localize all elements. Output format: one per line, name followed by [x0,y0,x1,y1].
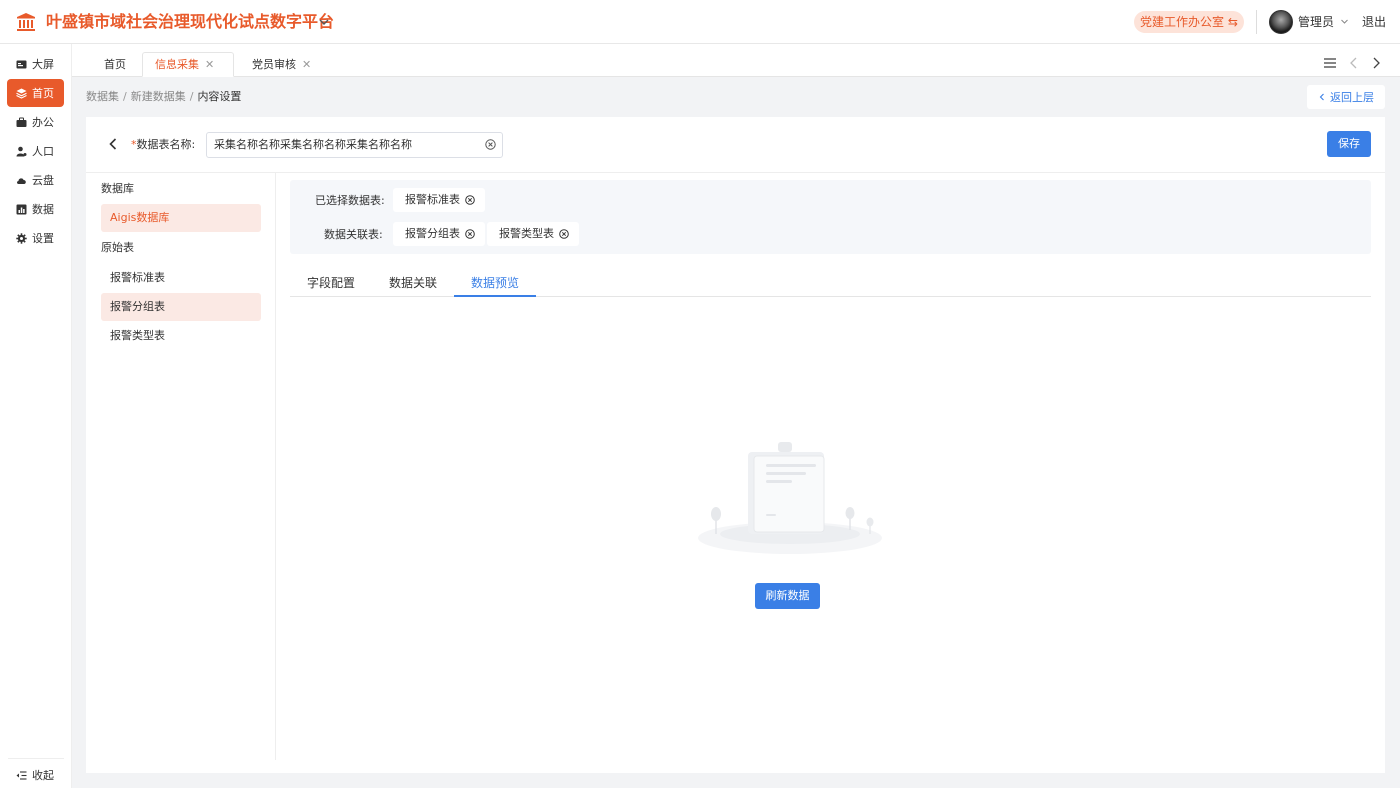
relation-tables-label: 数据关联表: [324,228,383,241]
sidebar: 大屏 首页 办公 人口 云盘 数据 设置 收起 [0,44,72,788]
switch-icon: ⇆ [1227,15,1238,29]
briefcase-icon [16,117,27,127]
avatar[interactable] [1269,10,1293,34]
close-icon[interactable]: ✕ [205,53,214,77]
breadcrumb-current: 内容设置 [197,90,242,103]
chevron-left-icon[interactable] [1347,56,1361,70]
save-button[interactable]: 保存 [1327,131,1371,157]
chevron-down-icon[interactable] [1340,17,1349,26]
sidebar-item-office[interactable]: 办公 [7,108,64,136]
chip-label: 报警分组表 [405,227,460,240]
collapse-menu-icon [16,770,27,780]
chevron-left-icon [1319,93,1324,101]
remove-circle-icon[interactable] [559,229,569,239]
return-upper-button[interactable]: 返回上层 [1307,85,1385,109]
sidebar-item-data[interactable]: 数据 [7,195,64,223]
close-icon[interactable]: ✕ [302,53,311,77]
sidebar-item-label: 办公 [32,116,54,129]
menu-icon[interactable] [1323,56,1337,70]
collapse-sidebar-button[interactable]: 收起 [7,764,64,786]
cloud-icon [17,177,26,184]
sidebar-divider [8,758,64,759]
sidebar-item-label: 设置 [32,232,54,245]
selected-tables-label: 已选择数据表: [315,194,385,207]
relation-table-chip: 报警分组表 [393,222,485,246]
subtab-data-relation[interactable]: 数据关联 [372,270,454,297]
layers-icon [16,88,27,99]
header-divider [1256,10,1257,34]
raw-table-item[interactable]: 报警标准表 [101,264,261,292]
breadcrumb-item[interactable]: 新建数据集 [131,90,186,103]
page-tabs-bar: 首页 信息采集 ✕ 党员审核 ✕ [72,44,1400,77]
logout-button[interactable]: 退出 [1362,14,1386,30]
screen-icon [16,60,27,68]
chevron-right-icon[interactable] [1369,56,1383,70]
remove-circle-icon[interactable] [465,229,475,239]
chevron-down-icon[interactable] [318,16,330,28]
tab-home[interactable]: 首页 [92,52,138,77]
remove-circle-icon[interactable] [465,195,475,205]
collapse-label: 收起 [32,769,54,782]
breadcrumb: 数据集 / 新建数据集 / 内容设置 [86,90,242,103]
sidebar-item-label: 云盘 [32,174,54,187]
sidebar-item-cloud[interactable]: 云盘 [7,166,64,194]
back-arrow-icon[interactable] [106,137,120,151]
table-name-label: *数据表名称: [131,138,196,151]
section-divider [86,172,1385,173]
selected-table-chip: 报警标准表 [393,188,485,212]
chip-label: 报警类型表 [499,227,554,240]
content-subtabs: 字段配置 数据关联 数据预览 [290,270,1371,297]
return-upper-label: 返回上层 [1330,91,1374,104]
gear-icon [16,232,27,244]
sidebar-item-population[interactable]: 人口 [7,137,64,165]
empty-data-illustration [698,442,882,554]
government-building-icon [17,13,35,31]
clear-icon[interactable] [485,139,496,150]
chip-label: 报警标准表 [405,193,460,206]
sidebar-item-label: 大屏 [32,58,54,71]
tab-info-collection[interactable]: 信息采集 ✕ [142,52,234,77]
breadcrumb-item[interactable]: 数据集 [86,90,119,103]
database-title: 数据库 [101,182,134,195]
sidebar-item-label: 数据 [32,203,54,216]
top-header: 叶盛镇市域社会治理现代化试点数字平台 党建工作办公室 ⇆ 管理员 退出 [0,0,1400,44]
sidebar-item-settings[interactable]: 设置 [7,224,64,252]
tab-label: 信息采集 [155,57,199,71]
tab-label: 党员审核 [252,57,296,71]
table-name-input[interactable]: 采集名称名称采集名称名称采集名称名称 [206,132,503,158]
sidebar-item-label: 首页 [32,87,54,100]
sidebar-item-home[interactable]: 首页 [7,79,64,107]
tab-label: 首页 [104,57,126,71]
raw-table-item[interactable]: 报警类型表 [101,322,261,350]
database-item[interactable]: Aigis数据库 [101,204,261,232]
relation-table-chip: 报警类型表 [487,222,579,246]
user-name[interactable]: 管理员 [1298,14,1334,30]
person-icon [16,146,27,156]
subtab-data-preview[interactable]: 数据预览 [454,270,536,297]
refresh-data-button[interactable]: 刷新数据 [755,583,820,609]
raw-table-item[interactable]: 报警分组表 [101,293,261,321]
chart-icon [16,204,27,214]
raw-table-title: 原始表 [101,241,134,254]
sidebar-item-screen[interactable]: 大屏 [7,50,64,78]
party-office-label: 党建工作办公室 [1140,15,1225,29]
panel-divider [275,172,276,760]
tab-party-review[interactable]: 党员审核 ✕ [240,52,323,77]
app-title: 叶盛镇市域社会治理现代化试点数字平台 [46,12,335,31]
party-office-switch-button[interactable]: 党建工作办公室 ⇆ [1134,11,1244,33]
sidebar-item-label: 人口 [32,145,54,158]
subtab-field-config[interactable]: 字段配置 [290,270,372,297]
